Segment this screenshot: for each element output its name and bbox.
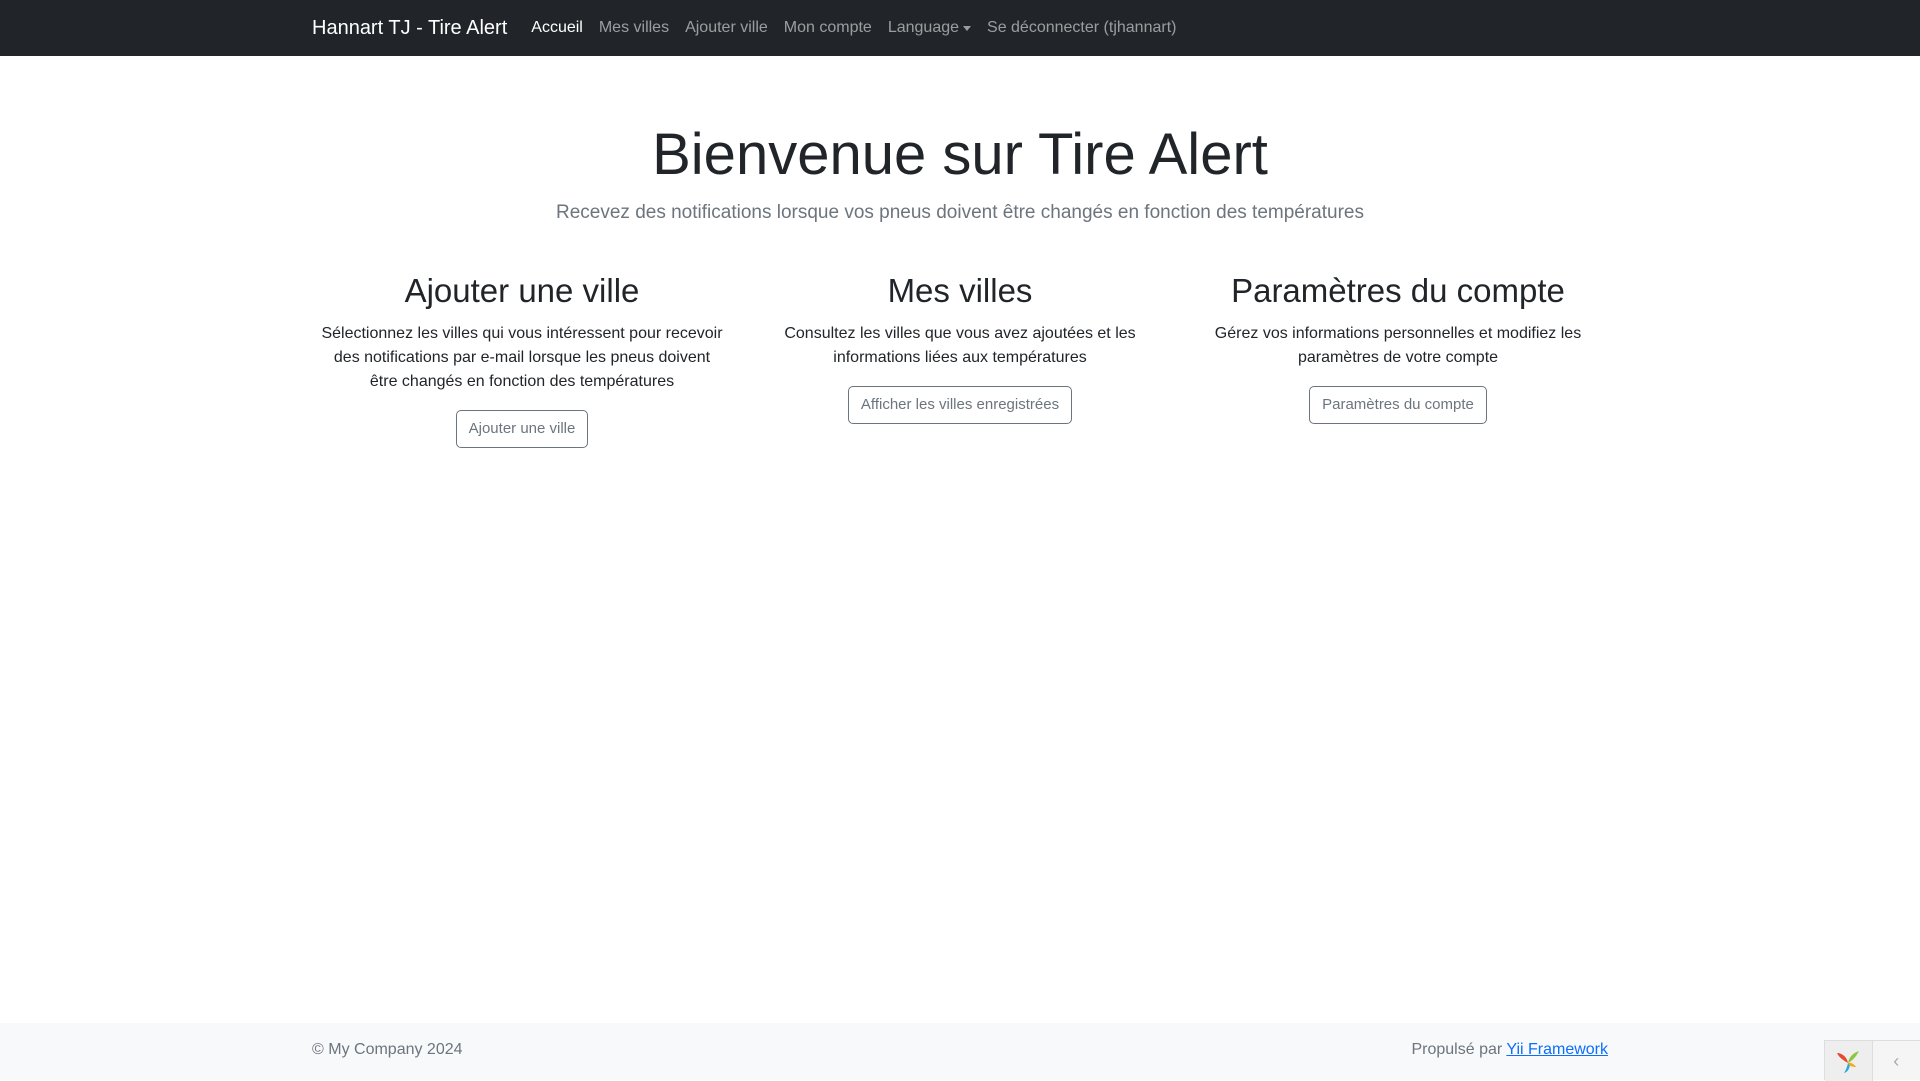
chevron-left-icon[interactable]: ‹ xyxy=(1873,1041,1920,1081)
page-subtitle: Recevez des notifications lorsque vos pn… xyxy=(312,202,1608,224)
feature-title: Ajouter une ville xyxy=(318,270,726,312)
nav-language-dropdown[interactable]: Language xyxy=(888,19,971,37)
feature-title: Paramètres du compte xyxy=(1194,270,1602,312)
powered-by-label: Propulsé par xyxy=(1411,1041,1502,1058)
add-city-button[interactable]: Ajouter une ville xyxy=(456,410,589,448)
language-dropdown-label: Language xyxy=(888,19,959,37)
feature-text: Consultez les villes que vous avez ajout… xyxy=(756,322,1164,370)
page-title: Bienvenue sur Tire Alert xyxy=(312,118,1608,192)
nav-link-logout[interactable]: Se déconnecter (tjhannart) xyxy=(987,19,1176,37)
yii-logo-svg xyxy=(1834,1047,1862,1075)
feature-text: Sélectionnez les villes qui vous intéres… xyxy=(318,322,726,394)
debug-toolbar: ‹ xyxy=(1824,1040,1920,1080)
page-footer: © My Company 2024 Propulsé par Yii Frame… xyxy=(0,1023,1920,1080)
footer-powered-by: Propulsé par Yii Framework xyxy=(1411,1041,1608,1059)
account-settings-button[interactable]: Paramètres du compte xyxy=(1309,386,1487,424)
top-navbar: Hannart TJ - Tire Alert Accueil Mes vill… xyxy=(0,0,1920,56)
nav-link-mes-villes[interactable]: Mes villes xyxy=(599,19,669,37)
navbar-inner: Hannart TJ - Tire Alert Accueil Mes vill… xyxy=(312,0,1192,56)
yii-logo-icon[interactable] xyxy=(1825,1041,1873,1081)
brand-link[interactable]: Hannart TJ - Tire Alert xyxy=(312,17,507,40)
feature-title: Mes villes xyxy=(756,270,1164,312)
feature-add-city: Ajouter une ville Sélectionnez les ville… xyxy=(306,270,738,448)
nav-link-ajouter-ville[interactable]: Ajouter ville xyxy=(685,19,768,37)
footer-copyright: © My Company 2024 xyxy=(312,1041,463,1059)
yii-framework-link[interactable]: Yii Framework xyxy=(1506,1041,1608,1058)
feature-text: Gérez vos informations personnelles et m… xyxy=(1194,322,1602,370)
feature-account-settings: Paramètres du compte Gérez vos informati… xyxy=(1182,270,1614,424)
nav-link-mon-compte[interactable]: Mon compte xyxy=(784,19,872,37)
show-saved-cities-button[interactable]: Afficher les villes enregistrées xyxy=(848,386,1072,424)
hero-section: Bienvenue sur Tire Alert Recevez des not… xyxy=(312,118,1608,224)
caret-down-icon xyxy=(963,26,971,31)
feature-my-cities: Mes villes Consultez les villes que vous… xyxy=(744,270,1176,424)
nav-link-accueil[interactable]: Accueil xyxy=(531,19,583,37)
